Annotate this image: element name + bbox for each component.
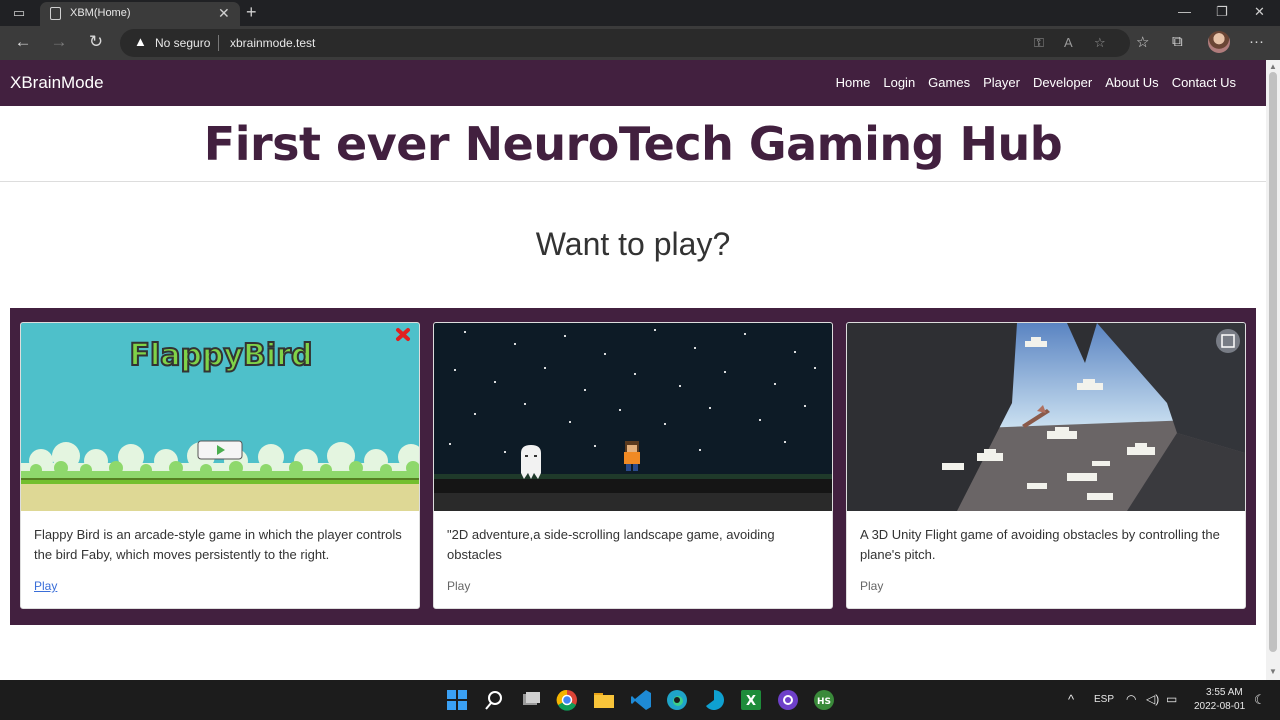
- scroll-down-icon[interactable]: ▼: [1269, 667, 1277, 676]
- scroll-up-icon[interactable]: ▲: [1269, 62, 1277, 71]
- security-label[interactable]: No seguro: [155, 36, 210, 50]
- volume-icon[interactable]: ◁): [1146, 692, 1159, 706]
- site-navbar: XBrainMode Home Login Games Player Devel…: [0, 60, 1266, 106]
- os-taskbar: X HS ^ ESP ◠ ◁) ▭ 3:55 AM 2022-08-01 ☾: [0, 680, 1280, 720]
- game-card-2d-adventure: "2D adventure,a side-scrolling landscape…: [433, 322, 833, 609]
- hero-banner: First ever NeuroTech Gaming Hub: [0, 106, 1266, 182]
- sidebar-icon[interactable]: ▭: [10, 4, 28, 22]
- app-hs-icon[interactable]: HS: [813, 689, 835, 711]
- page-icon: [50, 7, 61, 20]
- game-description: "2D adventure,a side-scrolling landscape…: [447, 527, 775, 562]
- games-section: FlappyBird Flappy Bird is an arcade-styl…: [10, 308, 1256, 625]
- nav-player[interactable]: Player: [983, 75, 1020, 90]
- task-view-icon[interactable]: [520, 689, 542, 711]
- nav-contact-us[interactable]: Contact Us: [1172, 75, 1236, 90]
- section-subtitle: Want to play?: [535, 226, 731, 262]
- github-icon[interactable]: [777, 689, 799, 711]
- close-icon[interactable]: ✕: [218, 5, 230, 22]
- warning-icon: ▲: [134, 34, 147, 49]
- game-description: A 3D Unity Flight game of avoiding obsta…: [860, 527, 1220, 562]
- brand-logo[interactable]: XBrainMode: [10, 73, 104, 93]
- battery-icon[interactable]: ▭: [1166, 692, 1177, 706]
- favorite-add-icon[interactable]: ☆: [1094, 35, 1106, 51]
- play-link[interactable]: Play: [860, 579, 883, 593]
- back-icon[interactable]: ←: [12, 32, 34, 52]
- scrollbar-thumb[interactable]: [1269, 72, 1277, 652]
- flappy-bird-thumbnail[interactable]: FlappyBird: [21, 323, 419, 511]
- language-indicator[interactable]: ESP: [1094, 694, 1114, 705]
- page-scrollbar[interactable]: ▲ ▼: [1266, 60, 1280, 680]
- page-title: First ever NeuroTech Gaming Hub: [203, 117, 1063, 171]
- game-card-3d-flight: A 3D Unity Flight game of avoiding obsta…: [846, 322, 1246, 609]
- vscode-icon[interactable]: [630, 689, 652, 711]
- edge-dev-icon[interactable]: [703, 689, 725, 711]
- game-card-flappy-bird: FlappyBird Flappy Bird is an arcade-styl…: [20, 322, 420, 609]
- key-icon[interactable]: ⚿: [1034, 35, 1044, 51]
- play-link[interactable]: Play: [34, 579, 57, 593]
- notifications-icon[interactable]: ☾: [1254, 692, 1266, 708]
- clock-time[interactable]: 3:55 AM: [1206, 687, 1243, 698]
- collections-icon[interactable]: ⧉: [1172, 33, 1183, 50]
- 2d-adventure-thumbnail[interactable]: [434, 323, 832, 511]
- chevron-up-icon[interactable]: ^: [1068, 692, 1074, 707]
- address-bar[interactable]: ▲ No seguro xbrainmode.test ⚿ A ☆: [120, 29, 1130, 57]
- svg-text:HS: HS: [817, 697, 831, 707]
- edge-icon[interactable]: [666, 689, 688, 711]
- refresh-icon[interactable]: ↻: [85, 32, 107, 52]
- chrome-icon[interactable]: [556, 689, 578, 711]
- site-menu: Home Login Games Player Developer About …: [836, 75, 1236, 90]
- 3d-flight-thumbnail[interactable]: [847, 323, 1245, 511]
- wifi-icon[interactable]: ◠: [1126, 692, 1136, 706]
- maximize-icon[interactable]: ❐: [1216, 4, 1228, 20]
- more-icon[interactable]: ···: [1249, 33, 1264, 50]
- svg-text:X: X: [746, 694, 756, 709]
- nav-about-us[interactable]: About Us: [1105, 75, 1158, 90]
- tab-title: XBM(Home): [70, 7, 131, 19]
- game-description: Flappy Bird is an arcade-style game in w…: [34, 527, 402, 562]
- window-close-icon[interactable]: ✕: [1254, 4, 1265, 20]
- browser-tab[interactable]: XBM(Home) ✕: [40, 2, 240, 26]
- forward-icon[interactable]: →: [48, 32, 70, 52]
- url-text[interactable]: xbrainmode.test: [230, 36, 315, 50]
- address-separator: [218, 35, 219, 51]
- nav-games[interactable]: Games: [928, 75, 970, 90]
- favorites-icon[interactable]: ☆: [1136, 33, 1149, 51]
- nav-home[interactable]: Home: [836, 75, 871, 90]
- nav-login[interactable]: Login: [883, 75, 915, 90]
- read-aloud-icon[interactable]: A: [1064, 35, 1073, 50]
- profile-avatar[interactable]: [1208, 31, 1230, 53]
- play-link[interactable]: Play: [447, 579, 470, 593]
- excel-icon[interactable]: X: [740, 689, 762, 711]
- minimize-icon[interactable]: —: [1178, 4, 1191, 19]
- plus-icon[interactable]: +: [246, 2, 257, 23]
- nav-developer[interactable]: Developer: [1033, 75, 1092, 90]
- flappy-bird-logo: FlappyBird: [130, 338, 313, 373]
- start-icon[interactable]: [446, 689, 468, 711]
- file-explorer-icon[interactable]: [593, 689, 615, 711]
- clock-date[interactable]: 2022-08-01: [1194, 701, 1245, 712]
- page-viewport: XBrainMode Home Login Games Player Devel…: [0, 60, 1266, 680]
- search-icon[interactable]: [483, 689, 505, 711]
- browser-tab-bar: ▭ XBM(Home) ✕ + — ❐ ✕: [0, 0, 1280, 26]
- browser-toolbar: ← → ↻ ▲ No seguro xbrainmode.test ⚿ A ☆ …: [0, 26, 1280, 60]
